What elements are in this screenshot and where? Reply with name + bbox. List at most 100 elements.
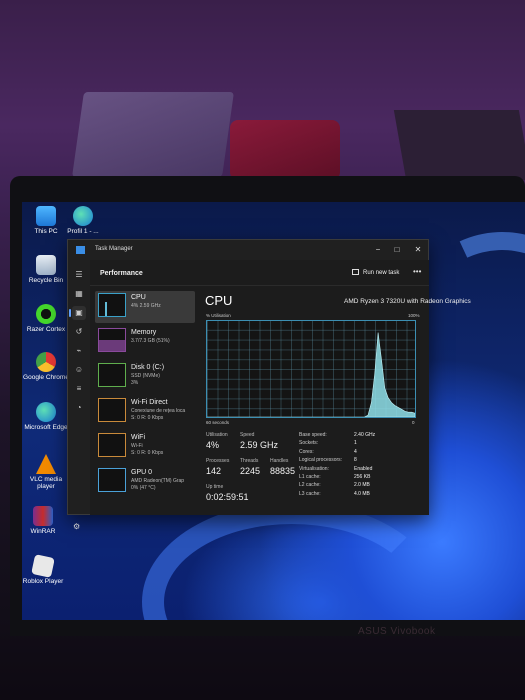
resource-sub2: 3%: [131, 380, 139, 386]
uptime-value: 0:02:59:51: [206, 492, 249, 502]
winrar-icon: [33, 506, 53, 526]
desktop-icon-profile[interactable]: Profil 1 - ...: [60, 206, 106, 235]
performance-icon[interactable]: ▣: [69, 306, 86, 320]
resource-sub: Wi-Fi: [131, 443, 143, 449]
gpu-thumbnail: [98, 468, 126, 492]
desktop-icon-label: WinRAR: [30, 528, 56, 535]
handles-label: Handles: [270, 458, 289, 464]
app-history-icon[interactable]: ↺: [72, 325, 86, 339]
desktop-icon-roblox[interactable]: Roblox Player: [20, 554, 66, 585]
memory-thumbnail: [98, 328, 126, 352]
resource-name: WiFi: [131, 434, 145, 441]
resource-sub2: 0% (47 °C): [131, 485, 156, 491]
panel-header: Performance Run new task •••: [90, 260, 429, 286]
detail-key: Virtualisation:: [299, 465, 329, 472]
cpu-graph-svg: [207, 332, 415, 417]
desktop-icon-recycle-bin[interactable]: Recycle Bin: [23, 255, 69, 284]
detail-key: Sockets:: [299, 440, 319, 447]
handles-value: 88835: [270, 466, 296, 476]
recycle-bin-icon: [36, 255, 56, 275]
detail-key: Cores:: [299, 448, 314, 455]
detail-key: Logical processors:: [299, 457, 343, 464]
processes-icon[interactable]: ▦: [72, 287, 86, 301]
utilisation-value: 4%: [206, 440, 220, 450]
title-bar[interactable]: Task Manager − □ ✕: [68, 240, 428, 260]
cpu-spark: [105, 302, 107, 316]
cpu-model: AMD Ryzen 3 7320U with Radeon Graphics: [344, 298, 471, 305]
settings-gear-icon[interactable]: ⚙: [73, 522, 80, 531]
resource-sub: Conexiune de rețea loca: [131, 408, 186, 414]
cpu-thumbnail: [98, 293, 126, 317]
resource-item-cpu[interactable]: CPU 4% 2.59 GHz: [95, 291, 195, 323]
startup-apps-icon[interactable]: ⌁: [72, 344, 86, 358]
desktop-icon-vlc[interactable]: VLC media player: [23, 454, 69, 491]
utilisation-axis-label: % Utilisation: [206, 313, 231, 318]
services-icon[interactable]: ◔: [72, 401, 86, 415]
graph-time-left: 60 seconds: [206, 420, 230, 425]
desktop-icon-label: VLC media player: [29, 476, 63, 491]
resource-sub: 4% 2.59 GHz: [131, 303, 161, 309]
uptime-label: Up time: [206, 484, 224, 490]
minimize-button[interactable]: −: [371, 243, 385, 256]
utilisation-label: Utilisation: [206, 432, 228, 438]
resource-sub2: S: 0 R: 0 Kbps: [131, 450, 164, 456]
desktop-icon-label: Razer Cortex: [26, 326, 66, 333]
resource-item-gpu[interactable]: GPU 0 AMD Radeon(TM) Grap 0% (47 °C): [95, 466, 195, 498]
cpu-utilisation-area: [207, 332, 415, 417]
page-title: Performance: [100, 270, 143, 277]
desktop-icon-label: Microsoft Edge: [24, 424, 68, 431]
window-title: Task Manager: [95, 246, 133, 252]
desktop-icon-edge[interactable]: Microsoft Edge: [23, 402, 69, 431]
resource-item-wifi-direct[interactable]: Wi-Fi Direct Conexiune de rețea loca S: …: [95, 396, 195, 428]
detail-value: Enabled: [354, 465, 373, 472]
detail-value: 4.0 MB: [354, 490, 370, 497]
desktop-icon-razer[interactable]: Razer Cortex: [23, 304, 69, 333]
speed-label: Speed: [240, 432, 255, 438]
resource-list: CPU 4% 2.59 GHz Memory 3.7/7.3 GB (51%) …: [95, 291, 195, 501]
resource-item-wifi[interactable]: WiFi Wi-Fi S: 0 R: 0 Kbps: [95, 431, 195, 463]
detail-value: 2.0 MB: [354, 482, 370, 489]
run-new-task-button[interactable]: Run new task: [352, 269, 399, 276]
desktop-icon-label: Google Chrome: [23, 374, 69, 381]
detail-key: Base speed:: [299, 432, 327, 438]
desktop-icon-winrar[interactable]: WinRAR: [20, 506, 66, 535]
hamburger-menu-icon[interactable]: ☰: [72, 268, 86, 282]
sidebar-nav: ☰ ▦ ▣ ↺ ⌁ ☺ ≡ ◔ ⚙: [68, 260, 90, 531]
network-thumbnail: [98, 398, 126, 422]
speed-value: 2.59 GHz: [240, 440, 279, 450]
cpu-title: CPU: [205, 293, 233, 308]
disk-thumbnail: [98, 363, 126, 387]
room-object: [393, 110, 525, 180]
more-options-button[interactable]: •••: [413, 267, 421, 276]
resource-sub: 3.7/7.3 GB (51%): [131, 338, 170, 344]
threads-label: Threads: [240, 458, 259, 464]
detail-value: 2.40 GHz: [354, 432, 376, 438]
roblox-icon: [31, 554, 55, 578]
users-icon[interactable]: ☺: [72, 363, 86, 377]
resource-name: GPU 0: [131, 469, 153, 476]
room-object: [230, 120, 340, 180]
performance-panel: Performance Run new task ••• CPU 4% 2.59…: [90, 260, 471, 515]
maximize-button[interactable]: □: [390, 243, 404, 256]
computer-icon: [36, 206, 56, 226]
resource-name: Disk 0 (C:): [131, 364, 165, 371]
details-icon[interactable]: ≡: [72, 382, 86, 396]
detail-key: L1 cache:: [299, 474, 321, 480]
detail-value: 4: [354, 448, 357, 455]
resource-item-memory[interactable]: Memory 3.7/7.3 GB (51%): [95, 326, 195, 358]
laptop-brand: ASUS Vivobook: [358, 626, 436, 637]
resource-name: Memory: [131, 329, 157, 336]
chrome-icon: [36, 352, 56, 372]
desktop-icon-label: Roblox Player: [22, 578, 64, 585]
processes-label: Processes: [206, 458, 230, 464]
edge-icon: [36, 402, 56, 422]
room-box: [72, 92, 234, 177]
resource-name: CPU: [131, 294, 146, 301]
resource-item-disk[interactable]: Disk 0 (C:) SSD (NVMe) 3%: [95, 361, 195, 393]
desktop-icon-chrome[interactable]: Google Chrome: [23, 352, 69, 381]
detail-key: L2 cache:: [299, 482, 321, 489]
razer-icon: [36, 304, 56, 324]
wallpaper-swirl: [142, 502, 442, 620]
close-button[interactable]: ✕: [411, 243, 425, 256]
detail-value: 8: [354, 457, 357, 464]
